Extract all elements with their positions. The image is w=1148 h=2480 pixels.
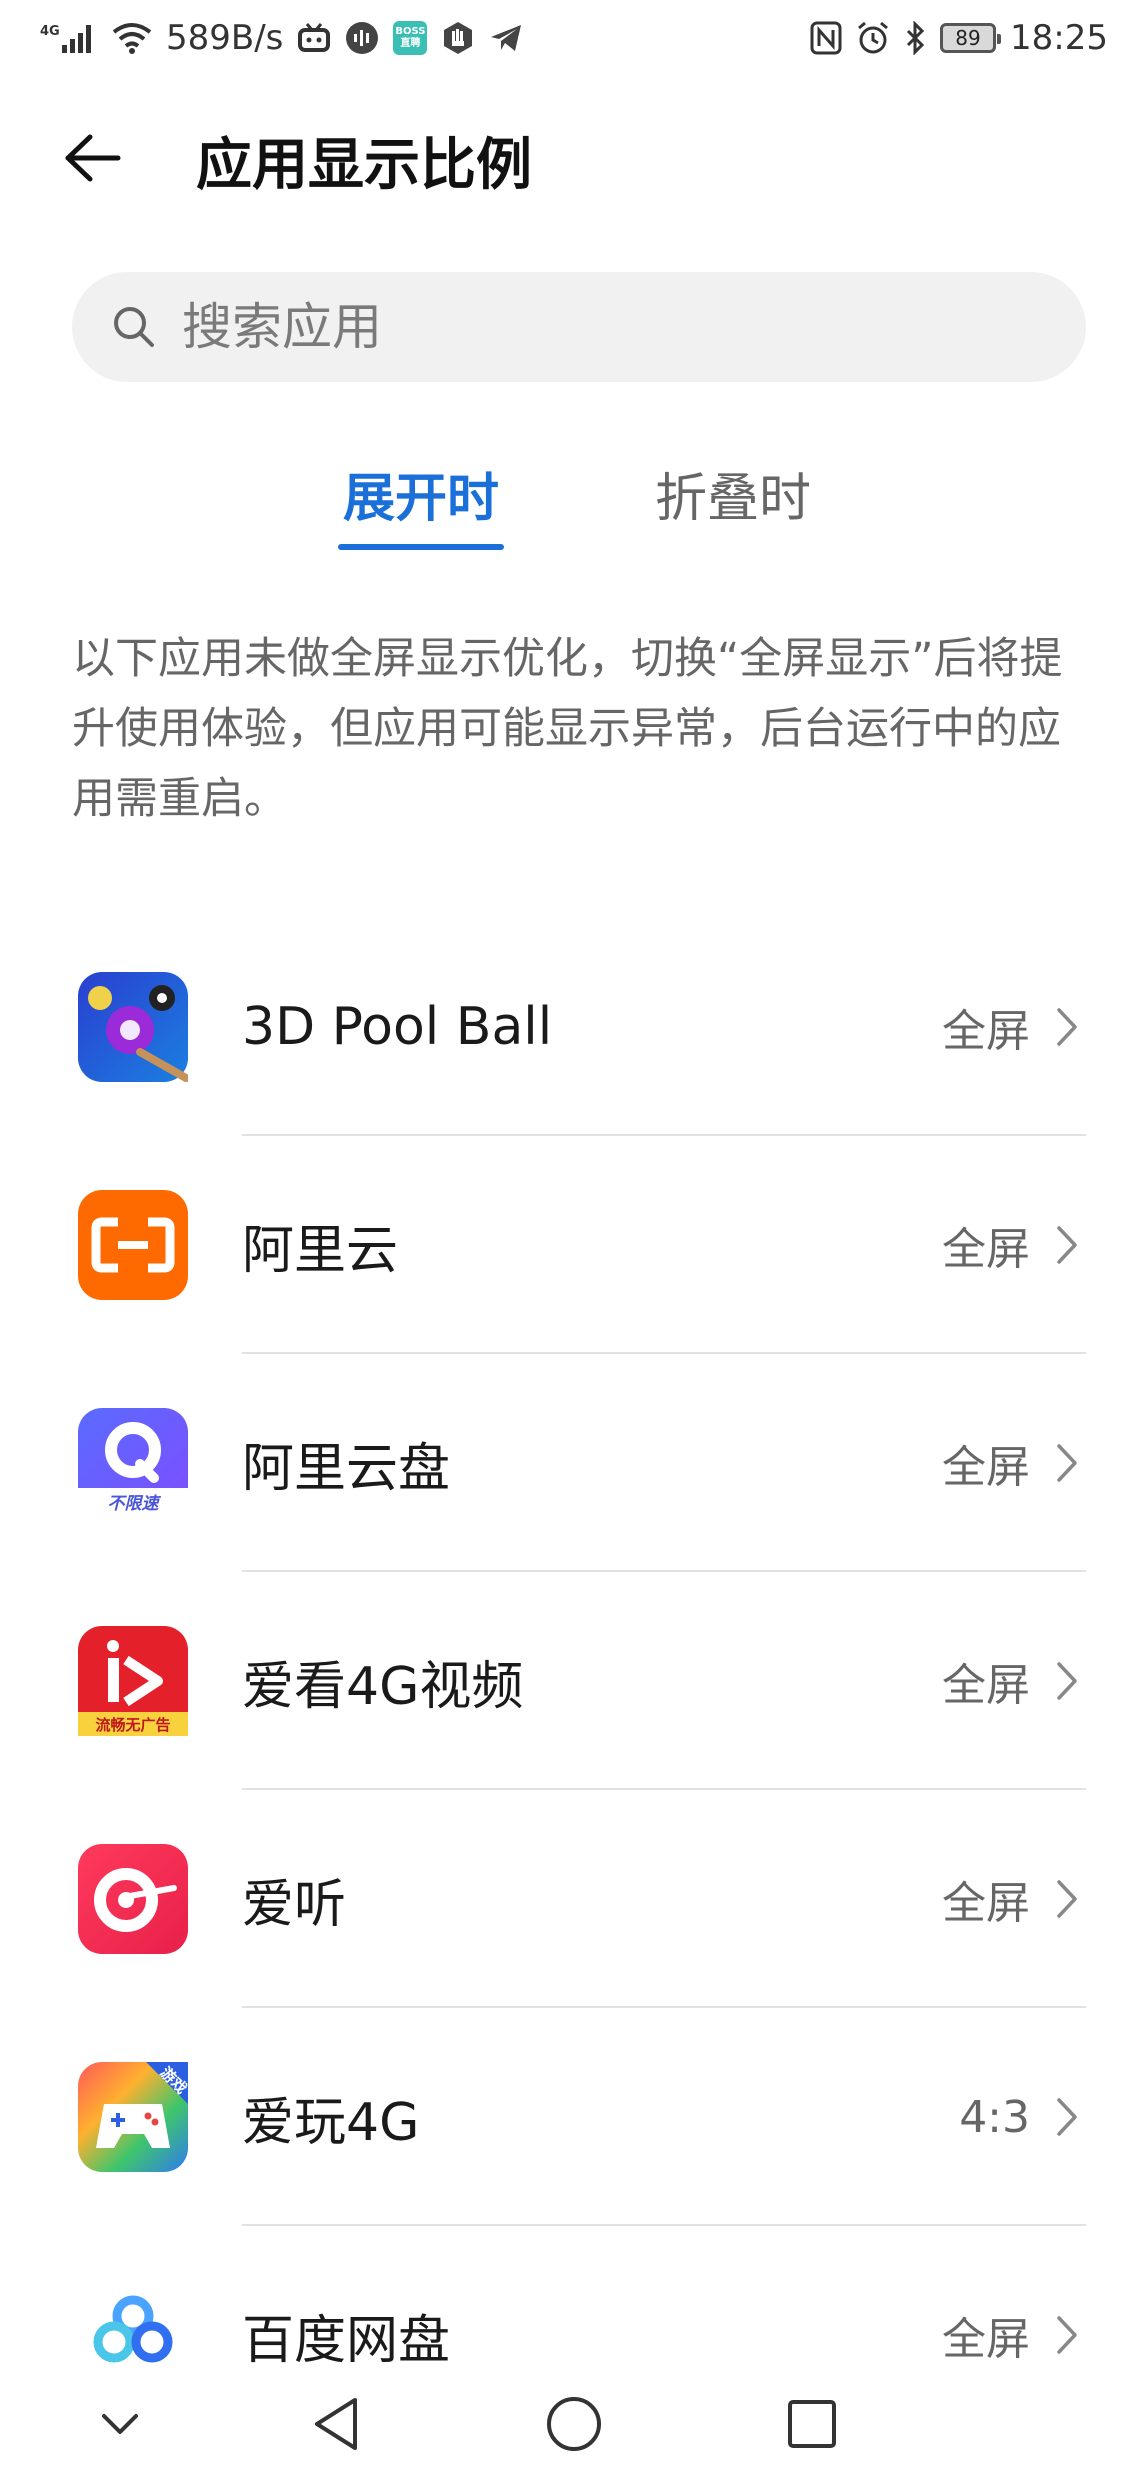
page-title: 应用显示比例 xyxy=(196,132,532,198)
hand-hexagon-icon xyxy=(441,21,475,55)
aiwan-4g-app-icon: 游戏 xyxy=(78,2062,188,2172)
signal-4g-icon: 4G xyxy=(40,21,98,55)
app-name: 阿里云 xyxy=(242,1220,399,1281)
alarm-icon xyxy=(856,21,890,55)
tab-folded[interactable]: 折叠时 xyxy=(650,456,816,556)
app-name: 爱听 xyxy=(242,1874,347,1935)
header: 应用显示比例 xyxy=(0,100,1148,220)
wifi-icon xyxy=(112,22,152,54)
pool-ball-app-icon xyxy=(78,972,188,1082)
app-name: 爱玩4G xyxy=(242,2092,420,2153)
app-ratio-value: 4:3 xyxy=(959,2091,1030,2143)
search-input[interactable] xyxy=(182,298,982,356)
status-right: 89 18:25 xyxy=(810,18,1108,58)
collapse-chevron-icon[interactable] xyxy=(80,2384,160,2464)
status-bar: 4G 589B/s BOSS直聘 89 18:25 xyxy=(0,0,1148,76)
chevron-right-icon xyxy=(1056,2008,1078,2226)
svg-text:流畅无广告: 流畅无广告 xyxy=(95,1716,170,1734)
tab-bar: 展开时 折叠时 xyxy=(0,456,1148,556)
back-button[interactable] xyxy=(62,120,152,200)
list-item[interactable]: 流畅无广告 爱看4G视频 全屏 xyxy=(0,1572,1148,1790)
chevron-right-icon xyxy=(1056,1572,1078,1790)
nfc-icon xyxy=(810,21,842,55)
arrow-left-icon xyxy=(62,133,122,187)
chevron-right-icon xyxy=(1056,918,1078,1136)
tab-expanded[interactable]: 展开时 xyxy=(338,456,504,556)
tab-active-indicator xyxy=(338,544,504,550)
search-icon xyxy=(110,303,158,351)
search-bar[interactable] xyxy=(72,272,1086,382)
list-item[interactable]: 不限速 阿里云盘 全屏 xyxy=(0,1354,1148,1572)
app-name: 阿里云盘 xyxy=(242,1438,451,1499)
app-name: 爱看4G视频 xyxy=(242,1656,524,1717)
chevron-right-icon xyxy=(1056,1354,1078,1572)
app-list: 3D Pool Ball 全屏 阿里云 全屏 不限速 阿里云盘 全屏 流畅无广告… xyxy=(0,918,1148,2444)
home-circle-icon[interactable] xyxy=(534,2384,614,2464)
svg-text:4G: 4G xyxy=(40,24,60,39)
bluetooth-icon xyxy=(904,21,926,55)
app-ratio-value: 全屏 xyxy=(942,1878,1030,1929)
aikan-4g-video-app-icon: 流畅无广告 xyxy=(78,1626,188,1736)
clock: 18:25 xyxy=(1010,18,1108,58)
audio-wave-icon xyxy=(345,21,379,55)
telegram-icon xyxy=(489,23,523,53)
svg-text:不限速: 不限速 xyxy=(108,1494,162,1514)
navigation-bar xyxy=(0,2368,1148,2480)
tab-label: 展开时 xyxy=(342,469,499,529)
aliyun-drive-app-icon: 不限速 xyxy=(78,1408,188,1518)
aliyun-app-icon xyxy=(78,1190,188,1300)
tab-label: 折叠时 xyxy=(654,469,811,529)
back-triangle-icon[interactable] xyxy=(296,2384,376,2464)
status-left: 4G 589B/s BOSS直聘 xyxy=(40,18,523,58)
app-ratio-value: 全屏 xyxy=(942,1660,1030,1711)
app-name: 3D Pool Ball xyxy=(242,997,553,1057)
aiting-app-icon xyxy=(78,1844,188,1954)
chevron-right-icon xyxy=(1056,1136,1078,1354)
list-item[interactable]: 阿里云 全屏 xyxy=(0,1136,1148,1354)
app-ratio-value: 全屏 xyxy=(942,1224,1030,1275)
list-item[interactable]: 游戏 爱玩4G 4:3 xyxy=(0,2008,1148,2226)
chevron-right-icon xyxy=(1056,1790,1078,2008)
list-item[interactable]: 3D Pool Ball 全屏 xyxy=(0,918,1148,1136)
battery-indicator: 89 xyxy=(940,23,1002,53)
app-ratio-value: 全屏 xyxy=(942,1442,1030,1493)
description-text: 以下应用未做全屏显示优化，切换“全屏显示”后将提升使用体验，但应用可能显示异常，… xyxy=(72,634,1063,824)
network-speed: 589B/s xyxy=(166,18,284,58)
tv-app-icon xyxy=(297,22,331,54)
recents-square-icon[interactable] xyxy=(772,2384,852,2464)
app-ratio-value: 全屏 xyxy=(942,1006,1030,1057)
boss-app-icon: BOSS直聘 xyxy=(393,21,428,55)
list-item[interactable]: 爱听 全屏 xyxy=(0,1790,1148,2008)
